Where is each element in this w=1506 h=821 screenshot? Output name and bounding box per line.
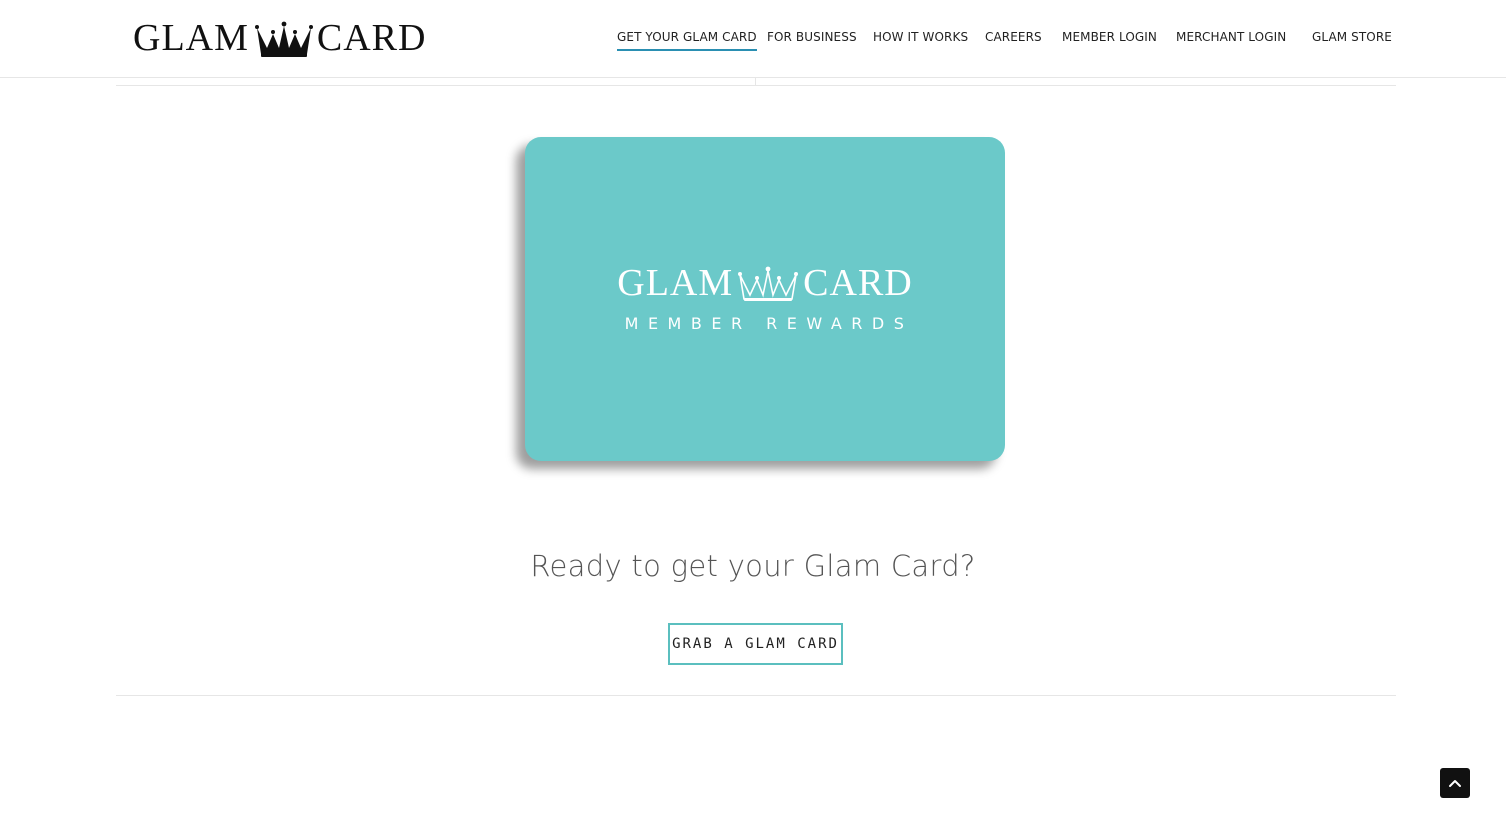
site-header: GLAM CARD GET YOUR GLAM CARD FOR BUSINES… [0,0,1506,78]
glam-card-image: GLAM CARD MEMBER REWARDS [525,137,1005,461]
nav-merchant-login[interactable]: MERCHANT LOGIN [1176,30,1286,44]
cta-heading: Ready to get your Glam Card? [530,549,976,583]
section-divider-vertical [755,78,756,85]
card-logo-text-right: CARD [803,262,913,304]
back-to-top-button[interactable] [1440,768,1470,798]
card-logo: GLAM CARD [525,263,1005,303]
chevron-up-icon [1449,780,1461,787]
nav-get-your-glam-card[interactable]: GET YOUR GLAM CARD [617,30,757,51]
crown-icon [738,266,799,301]
page: GLAM CARD GET YOUR GLAM CARD FOR BUSINES… [0,0,1506,821]
main-nav: GET YOUR GLAM CARD FOR BUSINESS HOW IT W… [0,0,1506,78]
nav-for-business[interactable]: FOR BUSINESS [767,30,857,44]
card-subtitle: MEMBER REWARDS [624,314,914,333]
section-divider-bottom [116,695,1396,696]
nav-careers[interactable]: CAREERS [985,30,1042,44]
nav-member-login[interactable]: MEMBER LOGIN [1062,30,1157,44]
card-logo-text-left: GLAM [617,262,734,304]
nav-glam-store[interactable]: GLAM STORE [1312,30,1392,44]
section-divider-top [116,85,1396,86]
grab-a-glam-card-button[interactable]: GRAB A GLAM CARD [668,623,843,665]
nav-how-it-works[interactable]: HOW IT WORKS [873,30,968,44]
